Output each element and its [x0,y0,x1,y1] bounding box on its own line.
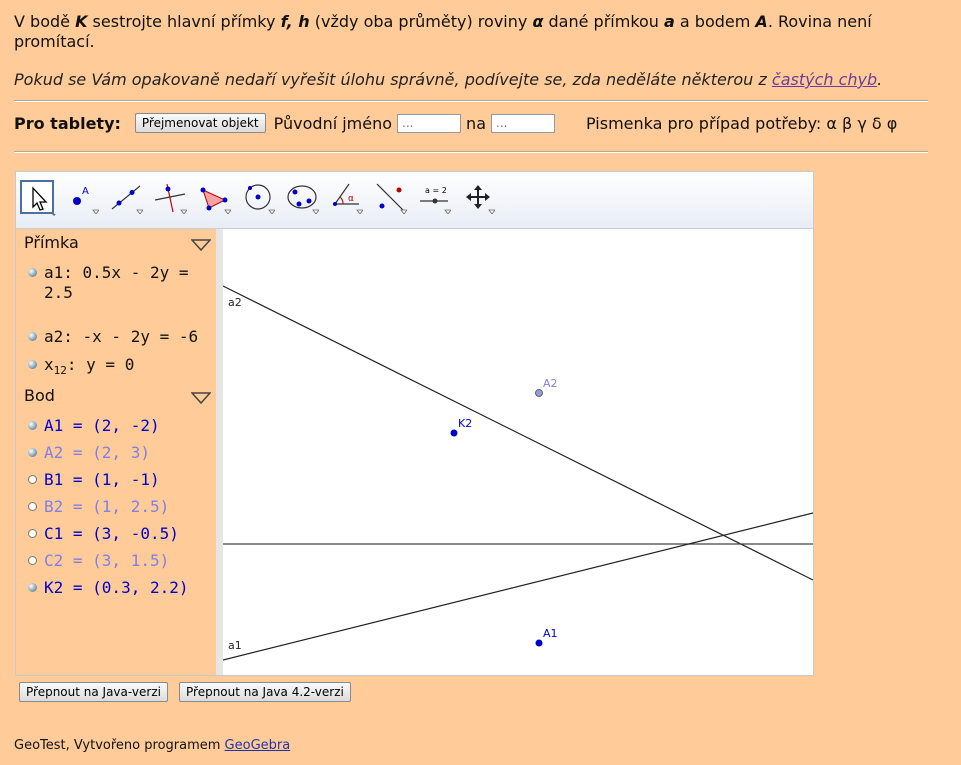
label-a2: a2 [228,296,242,309]
slider-icon[interactable]: a = 2 [417,180,451,214]
point-item-B2[interactable]: B2 = (1, 2.5) [28,497,169,517]
algebra-view: Přímka a1: 0.5x - 2y = 2.5 a2: -x - 2y =… [16,229,216,675]
line-item-a1[interactable]: a1: 0.5x - 2y = 2.5 [28,263,194,303]
circle-icon[interactable] [241,180,275,214]
label-A1: A1 [543,627,558,640]
polygon-icon[interactable] [197,180,231,214]
point-item-B1[interactable]: B1 = (1, -1) [28,470,160,490]
line-item-x12[interactable]: x12: y = 0 [28,355,134,381]
footer: GeoTest, Vytvořeno programem GeoGebra [14,738,291,753]
original-name-label: Původní jméno [273,113,393,133]
tablet-toolbar: Pro tablety: Přejmenovat objekt Původní … [14,112,897,134]
point-A2[interactable] [535,389,543,397]
label-K2: K2 [458,417,472,430]
line-a1[interactable] [223,512,813,661]
point-section-header: Bod [24,386,55,405]
point-K2[interactable] [450,429,458,437]
tool-bar: A α a = 2 [16,172,813,229]
line-item-a2[interactable]: a2: -x - 2y = -6 [28,327,198,347]
label-a1: a1 [228,639,242,652]
divider-top [14,100,928,102]
common-mistakes-link[interactable]: častých chyb [772,70,877,89]
svg-text:A: A [82,186,89,197]
view-splitter[interactable] [216,229,223,675]
point-item-K2[interactable]: K2 = (0.3, 2.2) [28,578,189,598]
line-section-header: Přímka [24,233,79,252]
rename-object-button[interactable]: Přejmenovat objekt [134,113,266,133]
collapse-lines-icon[interactable] [191,239,211,251]
line-icon[interactable] [109,180,143,214]
original-name-input[interactable] [397,113,462,133]
perpendicular-icon[interactable] [153,180,187,214]
new-name-input[interactable] [491,113,555,133]
label-A2: A2 [543,377,558,390]
switch-java42-button[interactable]: Přepnout na Java 4.2-verzi [179,682,351,702]
point-item-A2[interactable]: A2 = (2, 3) [28,443,150,463]
geogebra-applet: A α a = 2 Přímka a1: 0.5x - 2y = 2.5 a2:… [15,171,814,676]
move-view-icon[interactable] [461,180,495,214]
collapse-points-icon[interactable] [191,392,211,404]
divider-bottom [14,151,928,153]
point-A1[interactable] [535,639,543,647]
letters-label: Pismenka pro případ potřeby: α β γ δ φ [586,113,898,133]
line-a2[interactable] [223,285,813,581]
conic-icon[interactable] [285,180,319,214]
point-icon[interactable]: A [65,180,99,214]
to-label: na [466,113,486,133]
point-item-C2[interactable]: C2 = (3, 1.5) [28,551,169,571]
point-item-C1[interactable]: C1 = (3, -0.5) [28,524,179,544]
move-icon[interactable] [20,180,56,216]
task-text: V bodě K sestrojte hlavní přímky f, h (v… [14,12,872,51]
reflect-icon[interactable] [373,180,407,214]
graphics-view[interactable]: a2 a1 A2 K2 A1 [223,229,813,675]
tablet-label: Pro tablety: [14,113,121,133]
hint-text: Pokud se Vám opakovaně nedaří vyřešit úl… [14,70,883,89]
switch-java-button[interactable]: Přepnout na Java-verzi [19,682,168,702]
geogebra-link[interactable]: GeoGebra [225,738,291,753]
svg-text:a = 2: a = 2 [425,186,447,195]
svg-text:α: α [348,194,354,204]
angle-icon[interactable]: α [329,180,363,214]
point-item-A1[interactable]: A1 = (2, -2) [28,416,160,436]
